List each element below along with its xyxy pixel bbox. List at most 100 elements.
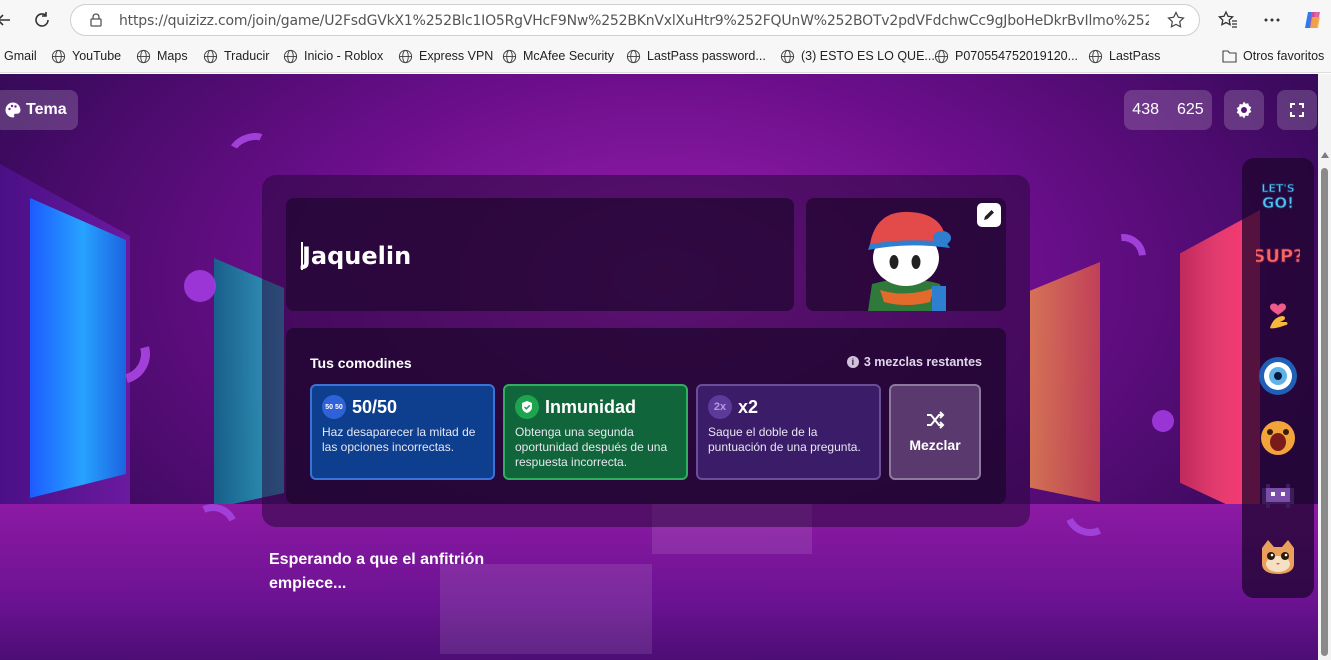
- folder-icon: [1222, 50, 1237, 63]
- lock-icon[interactable]: [89, 13, 103, 27]
- browser-toolbar: https://quizizz.com/join/game/U2FsdGVkX1…: [0, 0, 1331, 40]
- reload-button[interactable]: [30, 8, 54, 32]
- other-favorites[interactable]: Otros favoritos: [1222, 47, 1324, 65]
- powerup-name: Inmunidad: [545, 396, 636, 417]
- fullscreen-button[interactable]: [1277, 90, 1317, 130]
- bookmark-maps[interactable]: Maps: [136, 47, 188, 65]
- arrow-left-icon: [0, 14, 10, 26]
- player-name-field[interactable]: Jaquelin: [286, 198, 794, 311]
- bookmarks-bar: Gmail YouTube Maps Traducir Inicio - Rob…: [0, 40, 1331, 73]
- powerup-desc: Obtenga una segunda oportunidad después …: [515, 425, 668, 469]
- reaction-eye[interactable]: [1256, 354, 1300, 398]
- bookmark-label: LastPass password...: [647, 49, 766, 63]
- bookmark-youtube[interactable]: YouTube: [51, 47, 121, 65]
- shuffle-button[interactable]: Mezclar: [889, 384, 981, 480]
- globe-icon: [398, 49, 413, 63]
- globe-icon: [780, 49, 795, 63]
- powerups-remaining: i 3 mezclas restantes: [846, 355, 982, 369]
- reaction-lets-go[interactable]: LET'S GO!: [1256, 172, 1300, 216]
- bookmark-lastpass-password[interactable]: LastPass password...: [626, 47, 766, 65]
- address-bar[interactable]: https://quizizz.com/join/game/U2FsdGVkX1…: [70, 4, 1200, 36]
- url-text[interactable]: https://quizizz.com/join/game/U2FsdGVkX1…: [119, 13, 1149, 29]
- svg-text:GO!: GO!: [1262, 194, 1294, 212]
- info-icon[interactable]: i: [846, 356, 859, 368]
- copilot-button[interactable]: [1302, 9, 1324, 31]
- shocked-face-icon: [1261, 421, 1295, 455]
- lets-go-sticker-icon: LET'S GO!: [1261, 182, 1295, 213]
- avatar-panel: [806, 198, 1006, 311]
- gear-icon: [1236, 101, 1252, 119]
- powerup-double[interactable]: 2x x2 Saque el doble de la puntuación de…: [696, 384, 881, 480]
- reaction-shocked[interactable]: [1256, 414, 1300, 458]
- bookmark-traducir[interactable]: Traducir: [203, 47, 269, 65]
- more-dots-icon: [1264, 18, 1280, 22]
- shield-check-icon: [515, 395, 539, 419]
- bookmark-label: Express VPN: [419, 49, 494, 63]
- reactions-bar: LET'S GO! SUP?: [1242, 158, 1314, 598]
- reaction-pixel-monster[interactable]: [1256, 474, 1300, 518]
- back-button[interactable]: [0, 8, 16, 32]
- bookmark-label: P070554752019120...: [955, 49, 1079, 63]
- background-worm: [1090, 224, 1156, 290]
- bookmark-expressvpn[interactable]: Express VPN: [398, 47, 493, 65]
- other-favorites-label: Otros favoritos: [1243, 49, 1325, 63]
- globe-icon: [626, 49, 641, 63]
- reaction-cat[interactable]: [1256, 534, 1300, 578]
- bookmark-label: YouTube: [72, 49, 122, 63]
- globe-icon: [1088, 49, 1103, 63]
- bookmark-label: LastPass: [1109, 49, 1161, 63]
- bookmark-label: Maps: [157, 49, 188, 63]
- heart-hand-icon: [1270, 303, 1288, 329]
- globe-icon: [934, 49, 949, 63]
- evil-eye-icon: [1259, 357, 1297, 395]
- powerups-title: Tus comodines: [310, 355, 412, 371]
- star-icon[interactable]: [1167, 11, 1185, 29]
- theme-button[interactable]: Tema: [0, 90, 78, 130]
- reload-icon: [35, 12, 49, 27]
- bookmark-mcafee[interactable]: McAfee Security: [502, 47, 614, 65]
- more-menu-button[interactable]: [1261, 9, 1283, 31]
- powerup-name: x2: [738, 396, 759, 417]
- settings-button[interactable]: [1224, 90, 1264, 130]
- shuffle-icon: [927, 411, 945, 429]
- waiting-message: Esperando a que el anfitrión empiece...: [269, 551, 485, 592]
- player-name[interactable]: Jaquelin: [302, 242, 411, 270]
- bookmark-roblox[interactable]: Inicio - Roblox: [283, 47, 383, 65]
- background-worm: [224, 127, 276, 171]
- edit-avatar-button[interactable]: [977, 203, 1001, 227]
- shuffle-label: Mezclar: [909, 437, 961, 453]
- bookmark-label: Traducir: [224, 49, 270, 63]
- double-icon: 2x: [708, 395, 732, 419]
- game-area: Tema 438 625 Jaquelin Tus comodines i 3 …: [0, 74, 1331, 660]
- bookmark-lastpass[interactable]: LastPass: [1088, 47, 1160, 65]
- bookmark-p0705[interactable]: P070554752019120...: [934, 47, 1078, 65]
- powerup-name: 50/50: [352, 396, 398, 417]
- counter-box: 438 625: [1124, 90, 1212, 130]
- scroll-up-arrow-icon[interactable]: [1321, 152, 1329, 158]
- avatar[interactable]: [806, 198, 1006, 311]
- svg-text:SUP?: SUP?: [1256, 246, 1300, 267]
- sup-sticker-icon: SUP?: [1256, 246, 1300, 268]
- fullscreen-icon: [1290, 103, 1304, 117]
- globe-icon: [136, 49, 151, 63]
- bookmark-label: (3) ESTO ES LO QUE...: [801, 49, 935, 63]
- counter-a: 438: [1132, 101, 1159, 118]
- background-blob: [184, 270, 216, 302]
- counter-b: 625: [1177, 101, 1204, 118]
- pixel-monster-icon: [1262, 484, 1294, 508]
- bookmark-esto-es[interactable]: (3) ESTO ES LO QUE...: [780, 47, 935, 65]
- scroll-thumb[interactable]: [1321, 168, 1328, 656]
- globe-icon: [502, 49, 517, 63]
- powerup-immunity[interactable]: Inmunidad Obtenga una segunda oportunida…: [503, 384, 688, 480]
- reaction-sup[interactable]: SUP?: [1256, 232, 1300, 276]
- powerups-panel: Tus comodines i 3 mezclas restantes 50 5…: [286, 328, 1006, 504]
- pencil-icon: [984, 210, 994, 220]
- theme-label: Tema: [26, 101, 67, 118]
- reaction-heart-hand[interactable]: [1256, 292, 1300, 336]
- globe-icon: [51, 49, 66, 63]
- powerup-fifty-fifty[interactable]: 50 50 50/50 Haz desaparecer la mitad de …: [310, 384, 495, 480]
- bookmark-label: McAfee Security: [523, 49, 615, 63]
- bookmark-gmail[interactable]: Gmail: [4, 47, 37, 65]
- background-blob: [1152, 410, 1174, 432]
- favorites-button[interactable]: [1217, 9, 1239, 31]
